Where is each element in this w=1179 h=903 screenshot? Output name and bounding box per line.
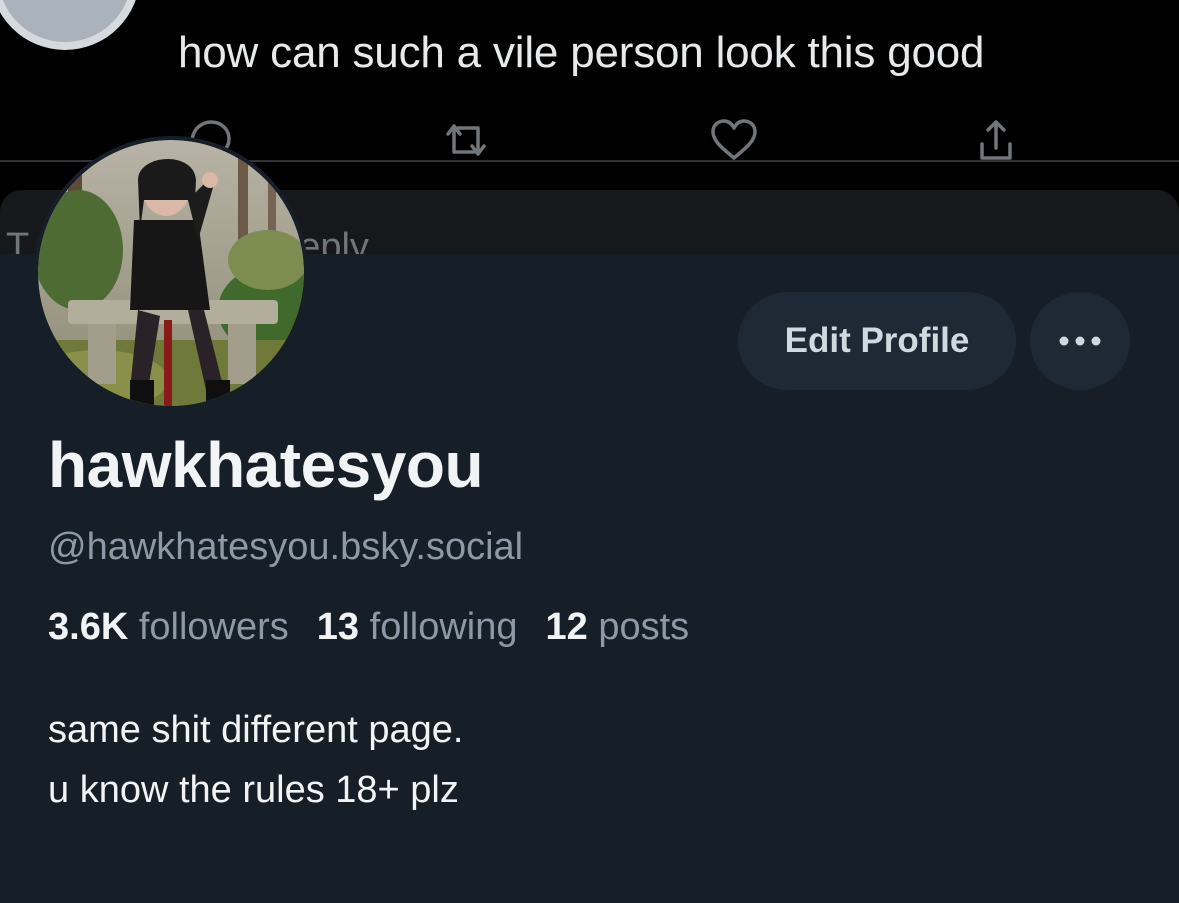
handle: @hawkhatesyou.bsky.social: [48, 526, 524, 568]
posts-stat: 12 posts: [546, 606, 690, 648]
tweet-author-avatar[interactable]: [0, 0, 140, 50]
more-dots-icon: [1059, 336, 1101, 346]
profile-bio: same shit different page. u know the rul…: [48, 700, 463, 820]
followers-link[interactable]: 3.6K followers: [48, 606, 289, 648]
profile-avatar[interactable]: [34, 136, 308, 410]
followers-label: followers: [138, 606, 289, 648]
followers-count: 3.6K: [48, 606, 129, 648]
posts-count: 12: [545, 606, 588, 648]
tweet-text: how can such a vile person look this goo…: [178, 28, 985, 77]
bio-line: same shit different page.: [48, 709, 464, 751]
display-name: hawkhatesyou: [48, 429, 484, 501]
following-label: following: [369, 606, 518, 648]
following-count: 13: [316, 606, 360, 648]
more-options-button[interactable]: [1030, 292, 1130, 390]
profile-stats: 3.6K followers 13 following 12 posts: [48, 606, 689, 649]
avatar-image: [0, 0, 132, 42]
bio-line: u know the rules 18+ plz: [48, 769, 459, 811]
posts-label: posts: [598, 606, 690, 648]
edit-profile-button[interactable]: Edit Profile: [738, 292, 1016, 390]
screen: how can such a vile person look this goo…: [0, 0, 1179, 903]
following-link[interactable]: 13 following: [317, 606, 518, 648]
avatar-photo: [38, 140, 304, 406]
